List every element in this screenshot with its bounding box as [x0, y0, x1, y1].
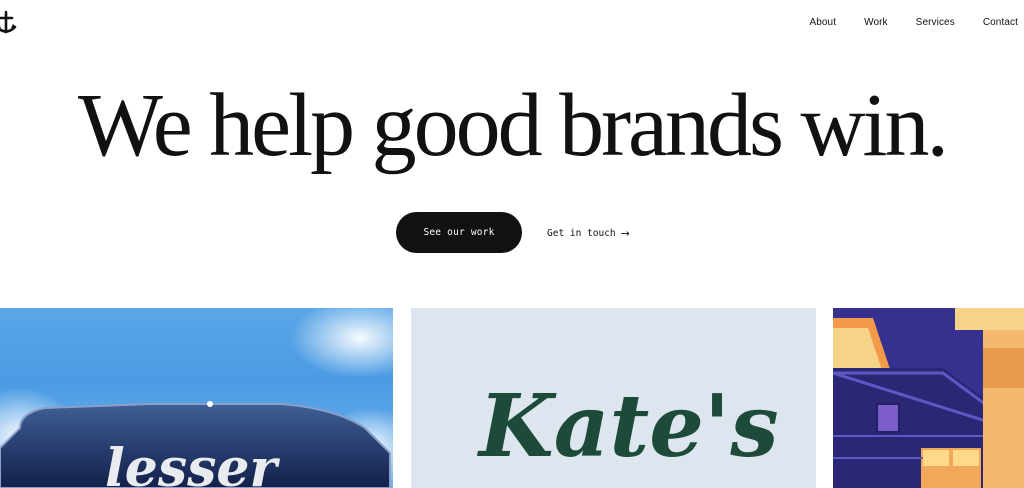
- anchor-icon[interactable]: [0, 10, 18, 36]
- lesser-logo-text: lesser: [105, 438, 280, 488]
- kates-logo-text: Kate's: [476, 376, 779, 477]
- main-nav: About Work Services Contact: [781, 16, 1018, 30]
- project-card-kates[interactable]: Kate's: [411, 308, 816, 488]
- kates-project-image: Kate's: [476, 376, 779, 477]
- see-our-work-button[interactable]: See our work: [396, 212, 522, 253]
- hero-cta-group: See our work Get in touch →: [0, 212, 1024, 254]
- hero-title: We help good brands win.: [77, 76, 949, 175]
- nav-contact-link[interactable]: Contact: [983, 16, 1018, 30]
- get-in-touch-link[interactable]: Get in touch →: [547, 225, 630, 241]
- lesser-project-image: lesser: [0, 308, 393, 488]
- nav-services-link[interactable]: Services: [916, 16, 955, 30]
- arrow-right-icon: →: [620, 226, 630, 240]
- nav-work-link[interactable]: Work: [864, 16, 888, 30]
- work-gallery: lesser Kate's: [0, 308, 1024, 488]
- get-in-touch-label: Get in touch: [547, 227, 616, 239]
- house-illustration-image: [833, 308, 1024, 488]
- project-card-house[interactable]: [833, 308, 1024, 488]
- nav-about-link[interactable]: About: [809, 16, 836, 30]
- project-card-lesser[interactable]: lesser: [0, 308, 393, 488]
- site-header: About Work Services Contact: [0, 0, 1024, 48]
